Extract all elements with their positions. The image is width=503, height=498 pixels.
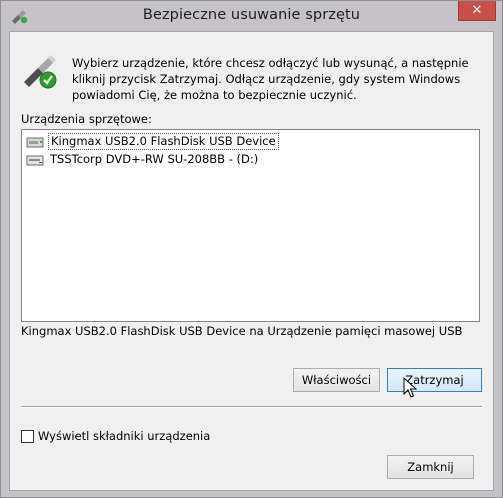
mouse-cursor-icon	[403, 377, 417, 398]
window-close-button[interactable]: ✕	[458, 1, 496, 21]
separator	[21, 406, 482, 408]
device-list-item-usb[interactable]: Kingmax USB2.0 FlashDisk USB Device	[24, 133, 279, 150]
stop-button[interactable]: Zatrzymaj	[387, 368, 482, 392]
usb-plug-icon	[24, 55, 57, 89]
dvd-drive-icon	[26, 155, 44, 165]
show-components-checkbox[interactable]	[21, 429, 34, 443]
selected-device-description: Kingmax USB2.0 FlashDisk USB Device na U…	[21, 324, 463, 338]
title-bar[interactable]: Bezpieczne usuwanie sprzętu ✕	[1, 1, 502, 31]
usb-drive-icon	[26, 137, 44, 147]
show-components-option[interactable]: Wyświetl składniki urządzenia	[21, 429, 210, 443]
device-list[interactable]: Kingmax USB2.0 FlashDisk USB Device TSST…	[21, 129, 480, 322]
close-icon: ✕	[471, 3, 483, 18]
properties-button[interactable]: Właściwości	[293, 368, 380, 392]
device-list-item-dvd[interactable]: TSSTcorp DVD+-RW SU-208BB - (D:)	[24, 151, 260, 168]
device-label: TSSTcorp DVD+-RW SU-208BB - (D:)	[50, 152, 259, 166]
show-components-label[interactable]: Wyświetl składniki urządzenia	[38, 429, 210, 443]
device-label: Kingmax USB2.0 FlashDisk USB Device	[48, 133, 279, 150]
window-title: Bezpieczne usuwanie sprzętu	[142, 7, 361, 23]
device-list-label: Urządzenia sprzętowe:	[21, 112, 152, 126]
dialog-client-area: Wybierz urządzenie, które chcesz odłączy…	[9, 31, 494, 491]
dialog-window: Bezpieczne usuwanie sprzętu ✕ Wybierz ur…	[0, 0, 503, 498]
close-button[interactable]: Zamknij	[387, 455, 474, 479]
instructions-text: Wybierz urządzenie, które chcesz odłączy…	[72, 56, 469, 102]
